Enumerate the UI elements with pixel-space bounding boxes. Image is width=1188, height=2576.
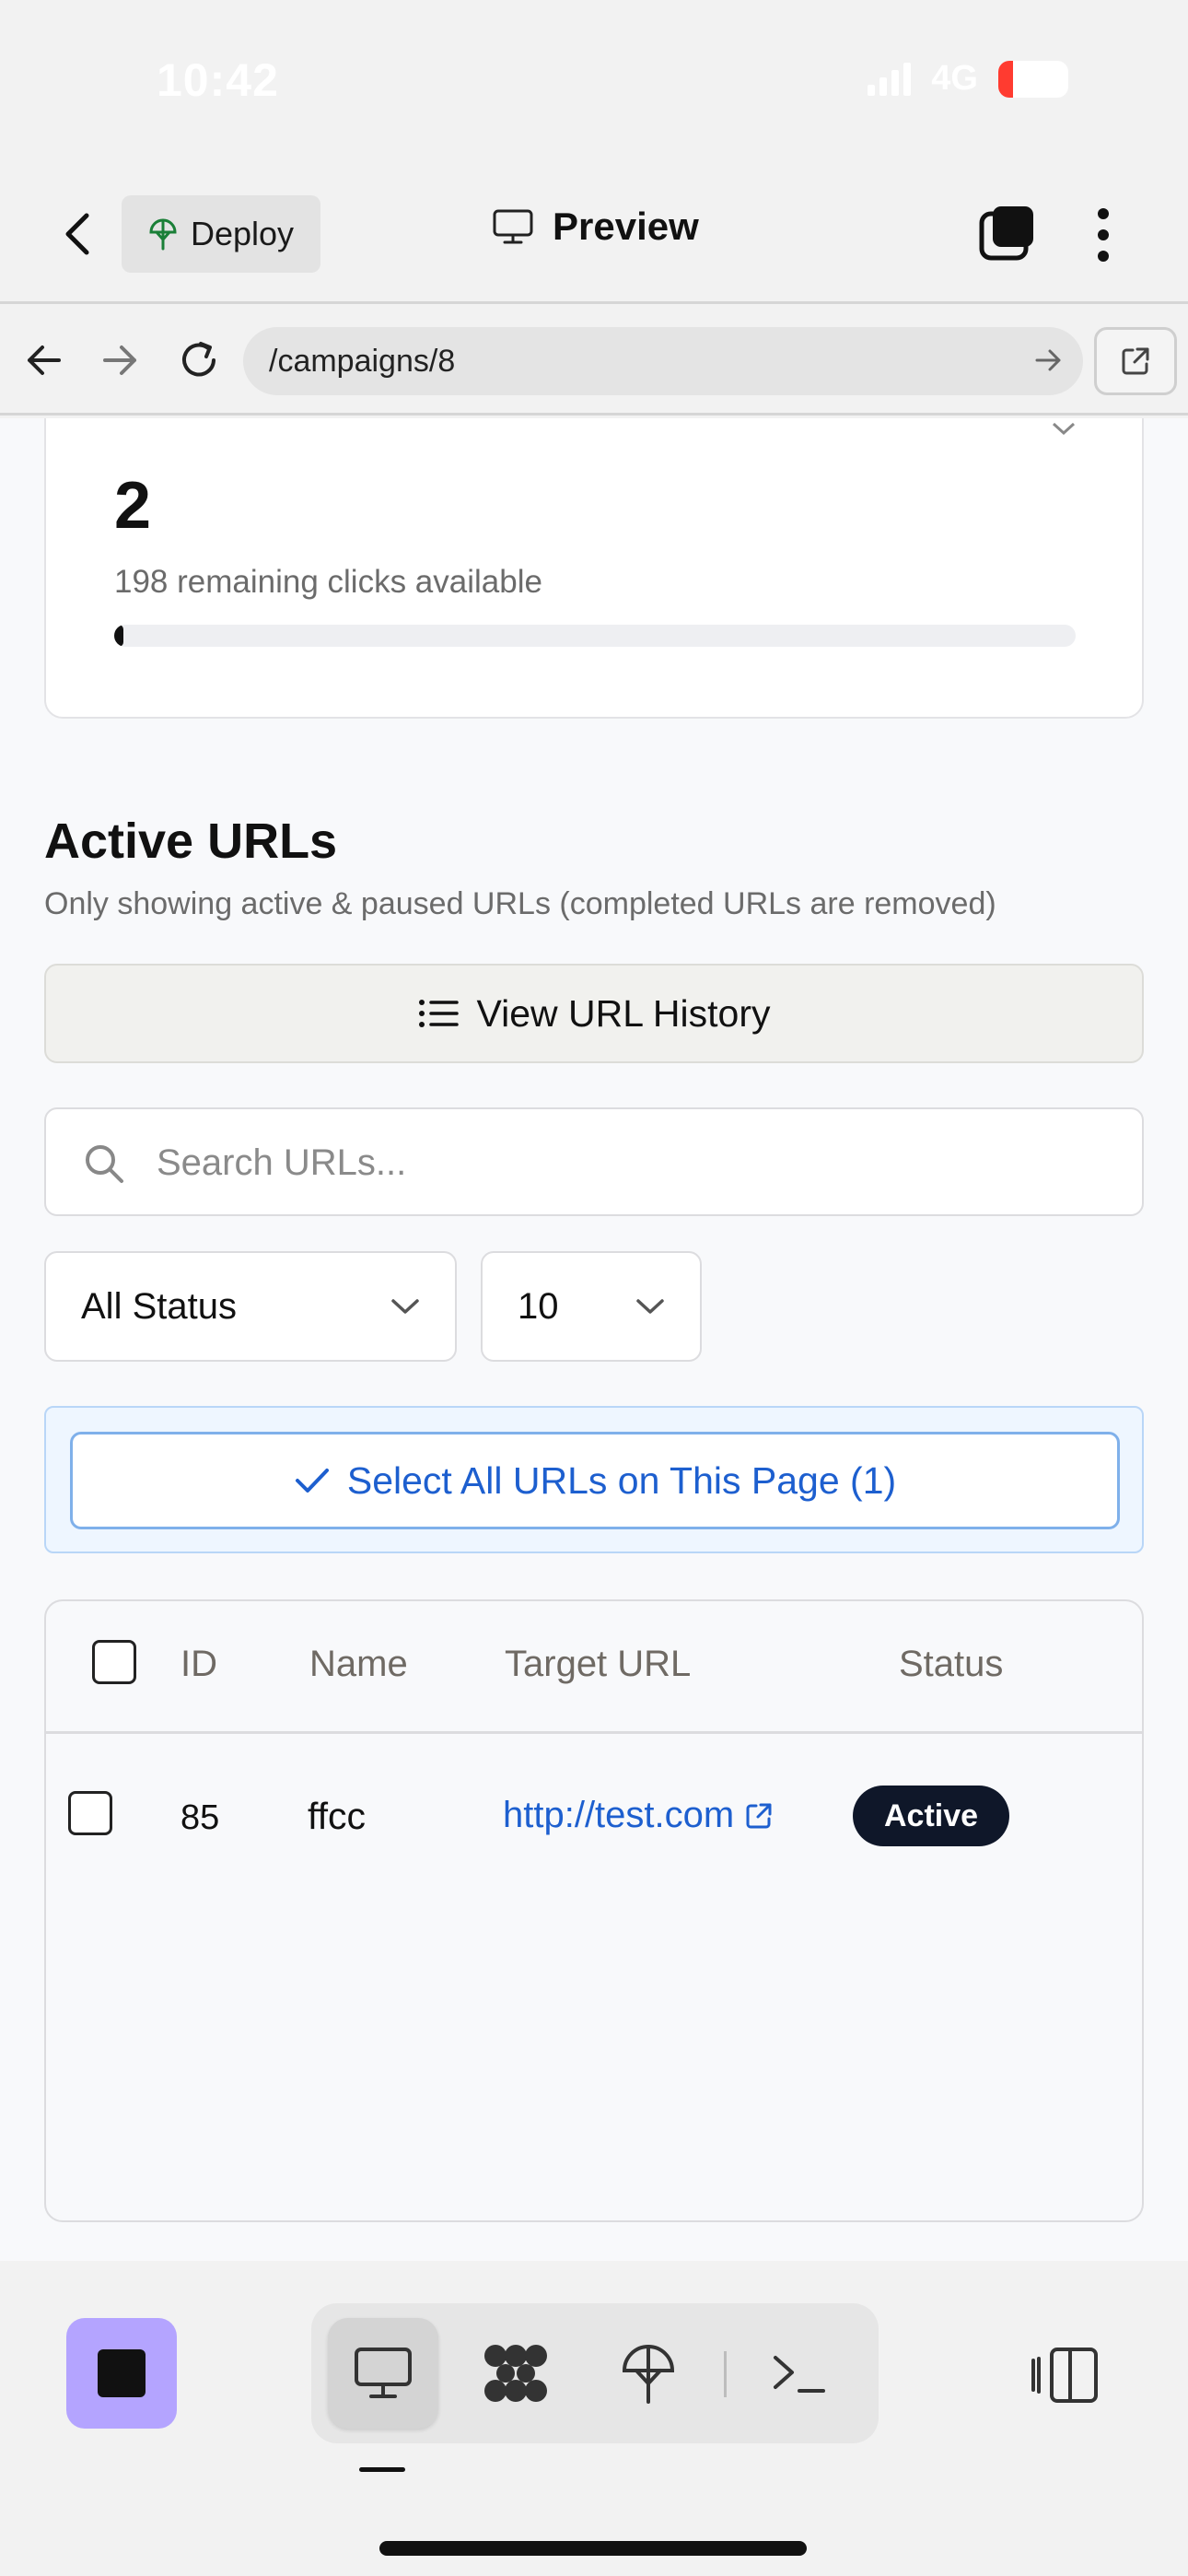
deploy-button[interactable]: Deploy <box>122 195 320 273</box>
progress-fill <box>114 625 124 647</box>
stat-value: 2 <box>114 469 152 543</box>
status-badge: Active <box>853 1786 1010 1846</box>
battery-icon <box>998 60 1068 98</box>
view-switcher-dock <box>311 2303 879 2443</box>
page-title: Preview <box>492 205 699 249</box>
home-indicator <box>379 2541 807 2556</box>
row-target-url-link[interactable]: http://test.com <box>503 1795 775 1836</box>
active-tab-indicator <box>359 2467 405 2472</box>
page-title-text: Preview <box>553 205 699 248</box>
clicks-progress-bar <box>114 625 1076 647</box>
status-bar: 10:42 4G <box>0 0 1188 166</box>
external-link-icon <box>1122 347 1149 375</box>
dock-separator <box>724 2351 727 2397</box>
status-filter-value: All Status <box>81 1285 237 1327</box>
view-url-history-label: View URL History <box>476 991 771 1035</box>
row-target-url: http://test.com <box>503 1795 735 1835</box>
apps-grid-icon <box>484 2345 547 2402</box>
arrow-left-icon[interactable] <box>18 334 70 386</box>
search-input[interactable] <box>157 1128 1114 1198</box>
page-size-select[interactable]: 10 <box>481 1251 702 1362</box>
url-text: /campaigns/8 <box>269 343 456 379</box>
row-name: ffcc <box>308 1795 367 1837</box>
status-indicators: 4G <box>868 59 1068 99</box>
header-id: ID <box>181 1644 217 1684</box>
network-type: 4G <box>931 59 978 98</box>
signal-icon <box>868 62 912 96</box>
back-chevron-icon[interactable] <box>55 206 101 262</box>
desktop-icon <box>355 2348 412 2398</box>
apps-view-button[interactable] <box>460 2318 571 2429</box>
section-subtitle: Only showing active & paused URLs (compl… <box>44 886 996 921</box>
list-icon <box>418 1000 459 1027</box>
select-all-checkbox[interactable] <box>92 1640 136 1684</box>
terminal-icon <box>774 2356 825 2393</box>
bottom-toolbar <box>0 2261 1188 2576</box>
search-icon <box>86 1145 123 1183</box>
section-title: Active URLs <box>44 814 338 869</box>
urls-table: ID Name Target URL Status <box>44 1599 1144 2222</box>
row-id: 85 <box>181 1798 220 1837</box>
arrow-right-icon[interactable] <box>94 334 146 386</box>
status-time: 10:42 <box>157 54 279 106</box>
tabs-icon[interactable] <box>978 205 1037 263</box>
row-checkbox[interactable] <box>68 1791 112 1835</box>
stat-subtitle: 198 remaining clicks available <box>114 564 542 600</box>
header-target-url: Target URL <box>505 1644 692 1684</box>
monitor-icon <box>493 209 533 244</box>
select-all-banner: Select All URLs on This Page (1) <box>44 1406 1144 1553</box>
table-header: ID Name Target URL Status <box>46 1601 1142 1734</box>
desktop-view-button[interactable] <box>328 2318 438 2429</box>
check-icon <box>295 1469 329 1493</box>
panel-toggle-icon[interactable] <box>1030 2344 1103 2406</box>
view-url-history-button[interactable]: View URL History <box>44 964 1144 1063</box>
external-link-icon <box>746 1803 772 1828</box>
open-external-button[interactable] <box>1094 327 1177 395</box>
page-size-value: 10 <box>518 1285 559 1327</box>
card-corner-icon <box>1052 422 1076 436</box>
refresh-icon[interactable] <box>173 334 225 386</box>
deploy-label: Deploy <box>190 215 295 252</box>
header-name: Name <box>309 1644 408 1684</box>
deploy-icon <box>622 2345 675 2404</box>
more-vertical-icon[interactable] <box>1085 203 1122 267</box>
browser-bar: /campaigns/8 <box>0 307 1188 416</box>
select-all-button[interactable]: Select All URLs on This Page (1) <box>70 1432 1120 1529</box>
url-bar[interactable]: /campaigns/8 <box>243 327 1083 395</box>
search-box <box>44 1107 1144 1216</box>
app-bar: Deploy Preview <box>0 166 1188 304</box>
go-arrow-icon[interactable] <box>1030 342 1066 379</box>
header-status: Status <box>899 1644 1004 1684</box>
stop-icon <box>98 2349 146 2397</box>
stop-button[interactable] <box>66 2318 177 2429</box>
deploy-view-button[interactable] <box>593 2318 704 2429</box>
chevron-down-icon <box>391 1299 419 1314</box>
select-all-label: Select All URLs on This Page (1) <box>346 1458 897 1502</box>
chevron-down-icon <box>636 1299 664 1314</box>
deploy-globe-icon <box>149 218 177 251</box>
status-filter-select[interactable]: All Status <box>44 1251 457 1362</box>
clicks-stat-card: 2 198 remaining clicks available <box>44 418 1144 719</box>
terminal-view-button[interactable] <box>744 2318 855 2429</box>
page-content[interactable]: 2 198 remaining clicks available Active … <box>0 418 1188 2261</box>
